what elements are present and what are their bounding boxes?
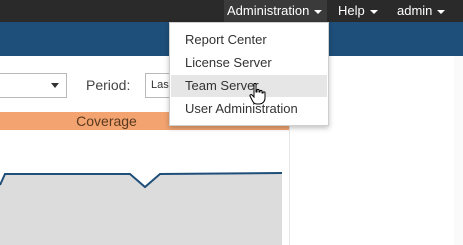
coverage-title: Coverage [76, 113, 137, 129]
user-label: admin [397, 3, 433, 18]
coverage-chart [0, 172, 283, 245]
top-navigation-bar: Administration Help admin [0, 0, 463, 22]
scrollbar[interactable] [454, 56, 463, 245]
project-select[interactable] [0, 73, 67, 98]
period-value: Las [151, 79, 169, 91]
hand-pointer-cursor-icon [249, 83, 266, 105]
period-label: Period: [86, 77, 131, 93]
help-menu[interactable]: Help [338, 0, 378, 22]
chevron-down-icon [51, 83, 59, 88]
chevron-down-icon [437, 9, 446, 14]
chevron-down-icon [314, 9, 323, 14]
menu-item-license-server[interactable]: License Server [171, 52, 327, 74]
menu-item-report-center[interactable]: Report Center [171, 29, 327, 51]
user-menu[interactable]: admin [397, 0, 446, 22]
administration-label: Administration [227, 3, 310, 18]
chevron-down-icon [369, 9, 378, 14]
help-label: Help [338, 3, 365, 18]
administration-menu[interactable]: Administration [224, 0, 327, 22]
administration-dropdown: Report Center License Server Team Server… [169, 22, 329, 126]
